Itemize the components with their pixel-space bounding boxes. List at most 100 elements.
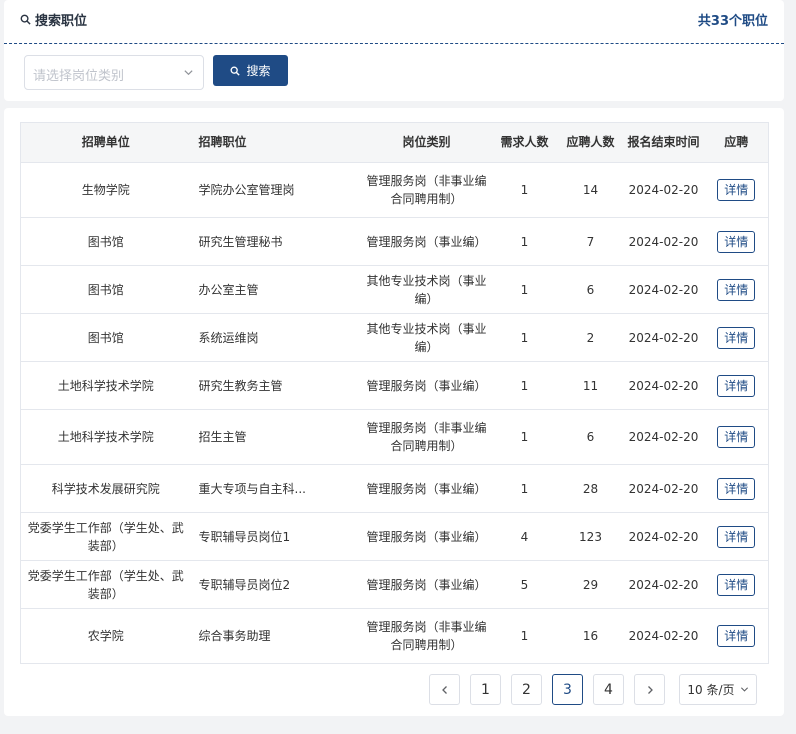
- cell-category: 管理服务岗（事业编）: [362, 217, 491, 266]
- column-header-action: 应聘: [704, 122, 769, 163]
- page-button-3[interactable]: 3: [552, 674, 583, 705]
- cell-applicants: 123: [558, 512, 623, 561]
- cell-unit: 党委学生工作部（学生处、武装部）: [20, 560, 191, 609]
- next-page-button[interactable]: [634, 674, 665, 705]
- cell-deadline: 2024-02-20: [622, 464, 705, 513]
- table-header-row: 招聘单位 招聘职位 岗位类别 需求人数 应聘人数 报名结束时间 应聘: [20, 122, 769, 163]
- table-row: 土地科学技术学院 研究生教务主管 管理服务岗（事业编） 1 11 2024-02…: [20, 361, 769, 410]
- cell-category: 管理服务岗（非事业编合同聘用制）: [362, 162, 491, 218]
- chevron-right-icon: [647, 685, 653, 694]
- cell-position: 系统运维岗: [190, 313, 363, 362]
- cell-action: 详情: [704, 313, 769, 362]
- cell-position: 学院办公室管理岗: [190, 162, 363, 218]
- column-header-deadline: 报名结束时间: [622, 122, 705, 163]
- column-header-applicants: 应聘人数: [558, 122, 623, 163]
- cell-category: 管理服务岗（事业编）: [362, 361, 491, 410]
- cell-applicants: 6: [558, 265, 623, 314]
- cell-unit: 土地科学技术学院: [20, 409, 191, 465]
- cell-category: 管理服务岗（事业编）: [362, 560, 491, 609]
- cell-action: 详情: [704, 608, 769, 664]
- cell-unit: 图书馆: [20, 313, 191, 362]
- cell-unit: 生物学院: [20, 162, 191, 218]
- category-select[interactable]: 请选择岗位类别: [24, 55, 204, 90]
- detail-button[interactable]: 详情: [717, 179, 756, 201]
- detail-button[interactable]: 详情: [717, 573, 756, 596]
- column-header-position: 招聘职位: [190, 122, 363, 163]
- cell-position: 重大专项与自主科...: [190, 464, 363, 513]
- search-button-label: 搜索: [246, 64, 271, 78]
- cell-unit: 科学技术发展研究院: [20, 464, 191, 513]
- cell-applicants: 2: [558, 313, 623, 362]
- table-row: 生物学院 学院办公室管理岗 管理服务岗（非事业编合同聘用制） 1 14 2024…: [20, 162, 769, 218]
- search-icon: [20, 14, 31, 25]
- cell-demand: 1: [490, 265, 559, 314]
- cell-unit: 图书馆: [20, 217, 191, 266]
- column-header-category: 岗位类别: [362, 122, 491, 163]
- cell-position: 专职辅导员岗位1: [190, 512, 363, 561]
- cell-deadline: 2024-02-20: [622, 265, 705, 314]
- table-row: 图书馆 办公室主管 其他专业技术岗（事业编） 1 6 2024-02-20 详情: [20, 265, 769, 314]
- cell-deadline: 2024-02-20: [622, 361, 705, 410]
- cell-deadline: 2024-02-20: [622, 313, 705, 362]
- search-title: 搜索职位: [20, 10, 87, 29]
- page-size-select[interactable]: 10 条/页: [679, 674, 757, 705]
- cell-deadline: 2024-02-20: [622, 217, 705, 266]
- column-header-demand: 需求人数: [490, 122, 559, 163]
- cell-category: 管理服务岗（非事业编合同聘用制）: [362, 608, 491, 664]
- cell-position: 招生主管: [190, 409, 363, 465]
- detail-button[interactable]: 详情: [717, 625, 756, 647]
- cell-applicants: 28: [558, 464, 623, 513]
- detail-button[interactable]: 详情: [717, 278, 756, 301]
- cell-action: 详情: [704, 217, 769, 266]
- detail-button[interactable]: 详情: [717, 374, 756, 397]
- cell-position: 研究生管理秘书: [190, 217, 363, 266]
- page-button-1[interactable]: 1: [470, 674, 501, 705]
- chevron-down-icon: [184, 70, 193, 76]
- detail-button[interactable]: 详情: [717, 426, 756, 448]
- table-row: 图书馆 研究生管理秘书 管理服务岗（事业编） 1 7 2024-02-20 详情: [20, 217, 769, 266]
- detail-button[interactable]: 详情: [717, 326, 756, 349]
- cell-action: 详情: [704, 265, 769, 314]
- cell-action: 详情: [704, 162, 769, 218]
- cell-demand: 5: [490, 560, 559, 609]
- cell-unit: 党委学生工作部（学生处、武装部）: [20, 512, 191, 561]
- page-button-4[interactable]: 4: [593, 674, 624, 705]
- cell-unit: 图书馆: [20, 265, 191, 314]
- cell-action: 详情: [704, 409, 769, 465]
- detail-button[interactable]: 详情: [717, 230, 756, 253]
- cell-applicants: 7: [558, 217, 623, 266]
- search-button[interactable]: 搜索: [213, 55, 288, 86]
- search-header: 搜索职位 共33个职位: [4, 0, 784, 44]
- detail-button[interactable]: 详情: [717, 525, 756, 548]
- cell-unit: 土地科学技术学院: [20, 361, 191, 410]
- category-select-placeholder: 请选择岗位类别: [33, 69, 125, 84]
- page-button-2[interactable]: 2: [511, 674, 542, 705]
- cell-deadline: 2024-02-20: [622, 409, 705, 465]
- search-panel: 搜索职位 共33个职位 请选择岗位类别 搜索: [4, 0, 784, 101]
- cell-deadline: 2024-02-20: [622, 162, 705, 218]
- cell-applicants: 29: [558, 560, 623, 609]
- cell-applicants: 11: [558, 361, 623, 410]
- pagination: 1 2 3 4: [429, 674, 665, 705]
- cell-category: 其他专业技术岗（事业编）: [362, 313, 491, 362]
- cell-demand: 1: [490, 608, 559, 664]
- cell-deadline: 2024-02-20: [622, 560, 705, 609]
- page-size-label: 10 条/页: [687, 683, 735, 697]
- chevron-down-icon: [740, 687, 748, 692]
- prev-page-button[interactable]: [429, 674, 460, 705]
- cell-demand: 4: [490, 512, 559, 561]
- cell-action: 详情: [704, 464, 769, 513]
- cell-applicants: 14: [558, 162, 623, 218]
- chevron-left-icon: [441, 685, 447, 694]
- cell-position: 研究生教务主管: [190, 361, 363, 410]
- search-icon: [230, 66, 241, 76]
- cell-action: 详情: [704, 560, 769, 609]
- cell-demand: 1: [490, 217, 559, 266]
- total-count: 共33个职位: [697, 14, 768, 29]
- detail-button[interactable]: 详情: [717, 477, 756, 500]
- cell-deadline: 2024-02-20: [622, 512, 705, 561]
- table-row: 党委学生工作部（学生处、武装部） 专职辅导员岗位1 管理服务岗（事业编） 4 1…: [20, 512, 769, 561]
- cell-demand: 1: [490, 409, 559, 465]
- cell-category: 其他专业技术岗（事业编）: [362, 265, 491, 314]
- cell-unit: 农学院: [20, 608, 191, 664]
